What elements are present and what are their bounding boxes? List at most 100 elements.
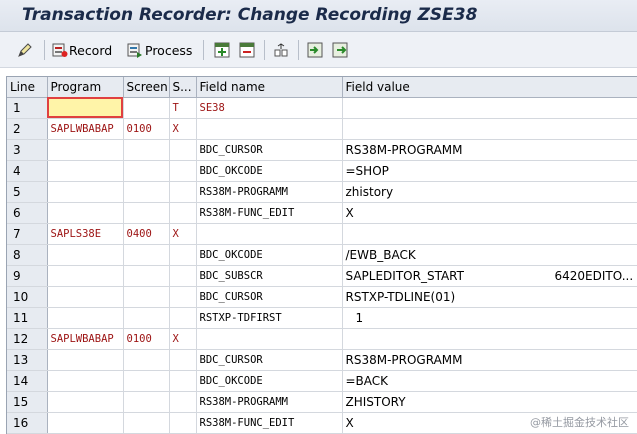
screen-cell[interactable]: 0100 bbox=[123, 118, 170, 140]
field-value-cell[interactable] bbox=[342, 328, 637, 350]
screen-cell[interactable] bbox=[123, 349, 170, 371]
table-row[interactable]: 11 RSTXP-TDFIRST 1 bbox=[7, 307, 637, 329]
field-name-cell[interactable] bbox=[196, 118, 343, 140]
col-header-field-name[interactable]: Field name bbox=[196, 77, 343, 98]
table-row[interactable]: 15 RS38M-PROGRAMM ZHISTORY bbox=[7, 391, 637, 413]
screen-cell[interactable] bbox=[123, 202, 170, 224]
screen-cell[interactable] bbox=[123, 97, 170, 119]
start-flag-cell[interactable] bbox=[169, 370, 197, 392]
table-row[interactable]: 1 T SE38 bbox=[7, 97, 637, 119]
record-button[interactable]: Record bbox=[52, 40, 112, 60]
insert-row-button[interactable] bbox=[214, 40, 230, 60]
delete-row-button[interactable] bbox=[239, 40, 255, 60]
field-value-cell[interactable]: =BACK bbox=[342, 370, 637, 392]
start-flag-cell[interactable] bbox=[169, 412, 197, 434]
field-value-cell[interactable]: =SHOP bbox=[342, 160, 637, 182]
start-flag-cell[interactable] bbox=[169, 349, 197, 371]
screen-cell[interactable] bbox=[123, 370, 170, 392]
field-value-cell[interactable] bbox=[342, 223, 637, 245]
col-header-field-value[interactable]: Field value bbox=[342, 77, 637, 98]
table-row[interactable]: 2 SAPLWBABAP 0100 X bbox=[7, 118, 637, 140]
col-header-start[interactable]: S... bbox=[169, 77, 197, 98]
start-flag-cell[interactable] bbox=[169, 139, 197, 161]
table-row[interactable]: 3 BDC_CURSOR RS38M-PROGRAMM bbox=[7, 139, 637, 161]
program-cell[interactable] bbox=[47, 391, 124, 413]
screen-cell[interactable] bbox=[123, 286, 170, 308]
program-cell[interactable] bbox=[47, 97, 124, 119]
field-value-cell[interactable]: SAPLEDITOR_START 6420EDITO... bbox=[342, 265, 637, 287]
table-row[interactable]: 5 RS38M-PROGRAMM zhistory bbox=[7, 181, 637, 203]
start-flag-cell[interactable] bbox=[169, 244, 197, 266]
field-name-cell[interactable]: RSTXP-TDFIRST bbox=[196, 307, 343, 329]
start-flag-cell[interactable] bbox=[169, 391, 197, 413]
screen-cell[interactable]: 0400 bbox=[123, 223, 170, 245]
table-row[interactable]: 10 BDC_CURSOR RSTXP-TDLINE(01) bbox=[7, 286, 637, 308]
field-value-cell[interactable]: RSTXP-TDLINE(01) bbox=[342, 286, 637, 308]
program-cell[interactable] bbox=[47, 349, 124, 371]
screen-cell[interactable] bbox=[123, 391, 170, 413]
program-cell[interactable] bbox=[47, 370, 124, 392]
start-flag-cell[interactable]: X bbox=[169, 223, 197, 245]
field-name-cell[interactable] bbox=[196, 223, 343, 245]
table-row[interactable]: 12 SAPLWBABAP 0100 X bbox=[7, 328, 637, 350]
screen-cell[interactable]: 0100 bbox=[123, 328, 170, 350]
program-cell[interactable] bbox=[47, 412, 124, 434]
edit-pencil-button[interactable] bbox=[16, 40, 34, 60]
field-value-cell[interactable]: RS38M-PROGRAMM bbox=[342, 349, 637, 371]
field-value-cell[interactable]: RS38M-PROGRAMM bbox=[342, 139, 637, 161]
table-row[interactable]: 13 BDC_CURSOR RS38M-PROGRAMM bbox=[7, 349, 637, 371]
screen-cell[interactable] bbox=[123, 244, 170, 266]
program-cell[interactable] bbox=[47, 202, 124, 224]
field-name-cell[interactable]: BDC_SUBSCR bbox=[196, 265, 343, 287]
start-flag-cell[interactable]: T bbox=[169, 97, 197, 119]
screen-cell[interactable] bbox=[123, 160, 170, 182]
process-button[interactable]: Process bbox=[127, 40, 192, 60]
screen-button[interactable] bbox=[273, 40, 289, 60]
screen-cell[interactable] bbox=[123, 139, 170, 161]
screen-cell[interactable] bbox=[123, 265, 170, 287]
table-row[interactable]: 8 BDC_OKCODE/EWB_BACK bbox=[7, 244, 637, 266]
start-flag-cell[interactable]: X bbox=[169, 118, 197, 140]
program-cell[interactable]: SAPLWBABAP bbox=[47, 328, 124, 350]
import-button[interactable] bbox=[307, 40, 323, 60]
table-row[interactable]: 9 BDC_SUBSCR SAPLEDITOR_START 6420EDITO... bbox=[7, 265, 637, 287]
program-cell[interactable] bbox=[47, 139, 124, 161]
program-cell[interactable]: SAPLS38E bbox=[47, 223, 124, 245]
table-row[interactable]: 14 BDC_OKCODE =BACK bbox=[7, 370, 637, 392]
start-flag-cell[interactable] bbox=[169, 265, 197, 287]
field-name-cell[interactable] bbox=[196, 328, 343, 350]
table-row[interactable]: 4 BDC_OKCODE =SHOP bbox=[7, 160, 637, 182]
field-value-cell[interactable]: 1 bbox=[342, 307, 637, 329]
field-value-cell[interactable]: ZHISTORY bbox=[342, 391, 637, 413]
field-name-cell[interactable]: BDC_CURSOR bbox=[196, 286, 343, 308]
field-name-cell[interactable]: RS38M-PROGRAMM bbox=[196, 181, 343, 203]
field-value-cell[interactable] bbox=[342, 97, 637, 119]
program-cell[interactable]: SAPLWBABAP bbox=[47, 118, 124, 140]
program-cell[interactable] bbox=[47, 265, 124, 287]
start-flag-cell[interactable] bbox=[169, 202, 197, 224]
field-name-cell[interactable]: RS38M-FUNC_EDIT bbox=[196, 412, 343, 434]
field-name-cell[interactable]: RS38M-FUNC_EDIT bbox=[196, 202, 343, 224]
table-row[interactable]: 7 SAPLS38E 0400 X bbox=[7, 223, 637, 245]
field-name-cell[interactable]: BDC_CURSOR bbox=[196, 349, 343, 371]
program-cell[interactable] bbox=[47, 307, 124, 329]
field-value-cell[interactable]: zhistory bbox=[342, 181, 637, 203]
start-flag-cell[interactable]: X bbox=[169, 328, 197, 350]
screen-cell[interactable] bbox=[123, 307, 170, 329]
field-value-cell[interactable] bbox=[342, 118, 637, 140]
screen-cell[interactable] bbox=[123, 181, 170, 203]
col-header-line[interactable]: Line bbox=[7, 77, 48, 98]
start-flag-cell[interactable] bbox=[169, 160, 197, 182]
field-name-cell[interactable]: BDC_OKCODE bbox=[196, 370, 343, 392]
start-flag-cell[interactable] bbox=[169, 181, 197, 203]
field-name-cell[interactable]: SE38 bbox=[196, 97, 343, 119]
field-value-cell[interactable]: X bbox=[342, 202, 637, 224]
program-cell[interactable] bbox=[47, 181, 124, 203]
program-cell[interactable] bbox=[47, 244, 124, 266]
field-value-cell[interactable]: /EWB_BACK bbox=[342, 244, 637, 266]
export-button[interactable] bbox=[332, 40, 348, 60]
screen-cell[interactable] bbox=[123, 412, 170, 434]
table-row[interactable]: 6 RS38M-FUNC_EDIT X bbox=[7, 202, 637, 224]
field-name-cell[interactable]: BDC_OKCODE bbox=[196, 160, 343, 182]
program-cell[interactable] bbox=[47, 286, 124, 308]
